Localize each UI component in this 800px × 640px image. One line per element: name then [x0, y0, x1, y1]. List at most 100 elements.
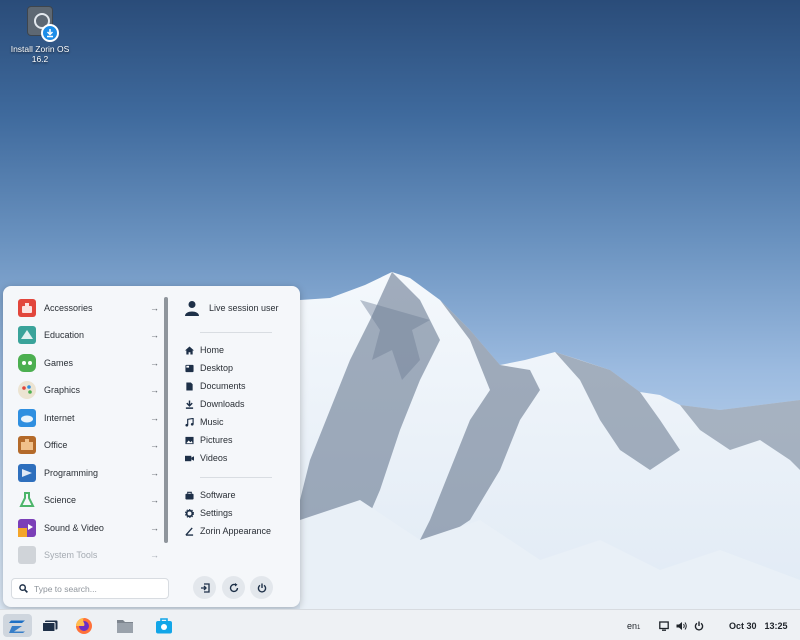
install-zorin-label-1: Install Zorin OS	[10, 44, 70, 54]
graphics-icon	[18, 381, 36, 400]
settings-icon	[185, 508, 194, 518]
power-off-button[interactable]	[250, 576, 273, 599]
place-home[interactable]: Home	[180, 341, 292, 359]
arrow-right-icon: →	[150, 302, 159, 313]
firefox-icon	[76, 617, 92, 634]
category-label: Education	[44, 330, 85, 341]
logout-icon	[200, 582, 210, 593]
display-icon	[659, 620, 669, 631]
search-input[interactable]	[34, 583, 154, 594]
category-label: System Tools	[44, 550, 98, 561]
search-field[interactable]	[11, 578, 169, 599]
date-label: Oct 30	[729, 620, 757, 631]
documents-icon	[186, 381, 193, 391]
arrow-right-icon: →	[150, 412, 159, 423]
place-label: Documents	[200, 381, 246, 391]
taskbar: en 1 Oct 30 13:25	[0, 609, 800, 640]
category-scrollbar[interactable]	[164, 297, 168, 543]
desktop-icon	[185, 364, 194, 372]
firefox-button[interactable]	[72, 614, 96, 637]
programming-icon	[18, 463, 36, 482]
arrow-right-icon: →	[150, 495, 159, 506]
place-pictures[interactable]: Pictures	[180, 431, 292, 449]
power-menu-indicator[interactable]	[694, 610, 704, 640]
arrow-right-icon: →	[150, 330, 159, 341]
music-icon	[185, 417, 194, 427]
category-sound-video[interactable]: Sound & Video →	[11, 514, 161, 542]
place-music[interactable]: Music	[180, 413, 292, 431]
system-software[interactable]: Software	[180, 486, 292, 504]
workspaces-icon	[42, 620, 58, 632]
places-panel: Live session user Home Desktop Documents…	[180, 294, 292, 540]
restart-icon	[229, 582, 238, 592]
place-downloads[interactable]: Downloads	[180, 395, 292, 413]
category-programming[interactable]: Programming →	[11, 459, 161, 487]
software-store-icon	[156, 618, 172, 634]
place-desktop[interactable]: Desktop	[180, 359, 292, 377]
keyboard-layout-label: en	[627, 620, 638, 631]
place-label: Home	[200, 345, 225, 355]
category-education[interactable]: Education →	[11, 322, 161, 350]
restart-button[interactable]	[222, 576, 245, 599]
system-tools-icon	[18, 546, 36, 565]
science-icon	[18, 491, 36, 509]
install-zorin-desktop-icon[interactable]: Install Zorin OS 16.2	[6, 6, 74, 64]
start-menu: Accessories → Education → Games → Graphi…	[3, 286, 300, 607]
user-icon	[185, 300, 199, 316]
arrow-right-icon: →	[150, 522, 159, 533]
place-documents[interactable]: Documents	[180, 377, 292, 395]
system-label: Software	[200, 490, 236, 500]
disk-download-icon	[25, 6, 59, 42]
power-icon	[257, 583, 266, 593]
clock[interactable]: Oct 30 13:25	[729, 610, 788, 640]
time-label: 13:25	[764, 620, 788, 631]
category-label: Graphics	[44, 385, 81, 396]
home-icon	[185, 345, 194, 355]
category-accessories[interactable]: Accessories →	[11, 294, 161, 322]
system-zorin-appearance[interactable]: Zorin Appearance	[180, 522, 292, 540]
category-office[interactable]: Office →	[11, 432, 161, 460]
downloads-icon	[185, 399, 194, 409]
category-label: Science	[44, 495, 77, 506]
display-indicator[interactable]	[659, 610, 669, 640]
system-settings[interactable]: Settings	[180, 504, 292, 522]
accessories-icon	[18, 298, 36, 317]
volume-icon	[676, 621, 687, 630]
place-label: Videos	[200, 453, 228, 463]
category-label: Sound & Video	[44, 522, 104, 533]
office-icon	[18, 436, 36, 455]
arrow-right-icon: →	[150, 385, 159, 396]
software-store-button[interactable]	[152, 614, 176, 637]
arrow-right-icon: →	[150, 440, 159, 451]
keyboard-layout-indicator[interactable]: en 1	[627, 610, 640, 640]
power-icon	[694, 621, 704, 631]
volume-indicator[interactable]	[676, 610, 687, 640]
education-icon	[18, 326, 36, 345]
user-account-item[interactable]: Live session user	[180, 294, 292, 322]
category-label: Office	[44, 440, 68, 451]
category-label: Games	[44, 357, 74, 368]
category-label: Internet	[44, 412, 75, 423]
category-system-tools[interactable]: System Tools →	[11, 542, 161, 570]
zorin-menu-icon	[8, 620, 25, 633]
games-icon	[18, 353, 36, 372]
pictures-icon	[185, 436, 194, 444]
sound-video-icon	[18, 518, 36, 537]
category-label: Programming	[44, 467, 99, 478]
arrow-right-icon: →	[150, 357, 159, 368]
logout-button[interactable]	[193, 576, 216, 599]
category-science[interactable]: Science →	[11, 487, 161, 515]
arrow-right-icon: →	[150, 550, 159, 561]
appearance-icon	[185, 526, 194, 536]
system-label: Zorin Appearance	[200, 526, 272, 536]
files-button[interactable]	[113, 614, 137, 637]
category-graphics[interactable]: Graphics →	[11, 377, 161, 405]
workspaces-button[interactable]	[38, 614, 62, 637]
category-list: Accessories → Education → Games → Graphi…	[11, 294, 161, 569]
place-label: Downloads	[200, 399, 245, 409]
place-videos[interactable]: Videos	[180, 449, 292, 467]
category-internet[interactable]: Internet →	[11, 404, 161, 432]
zorin-menu-button[interactable]	[3, 614, 32, 637]
files-icon	[117, 619, 133, 633]
category-games[interactable]: Games →	[11, 349, 161, 377]
